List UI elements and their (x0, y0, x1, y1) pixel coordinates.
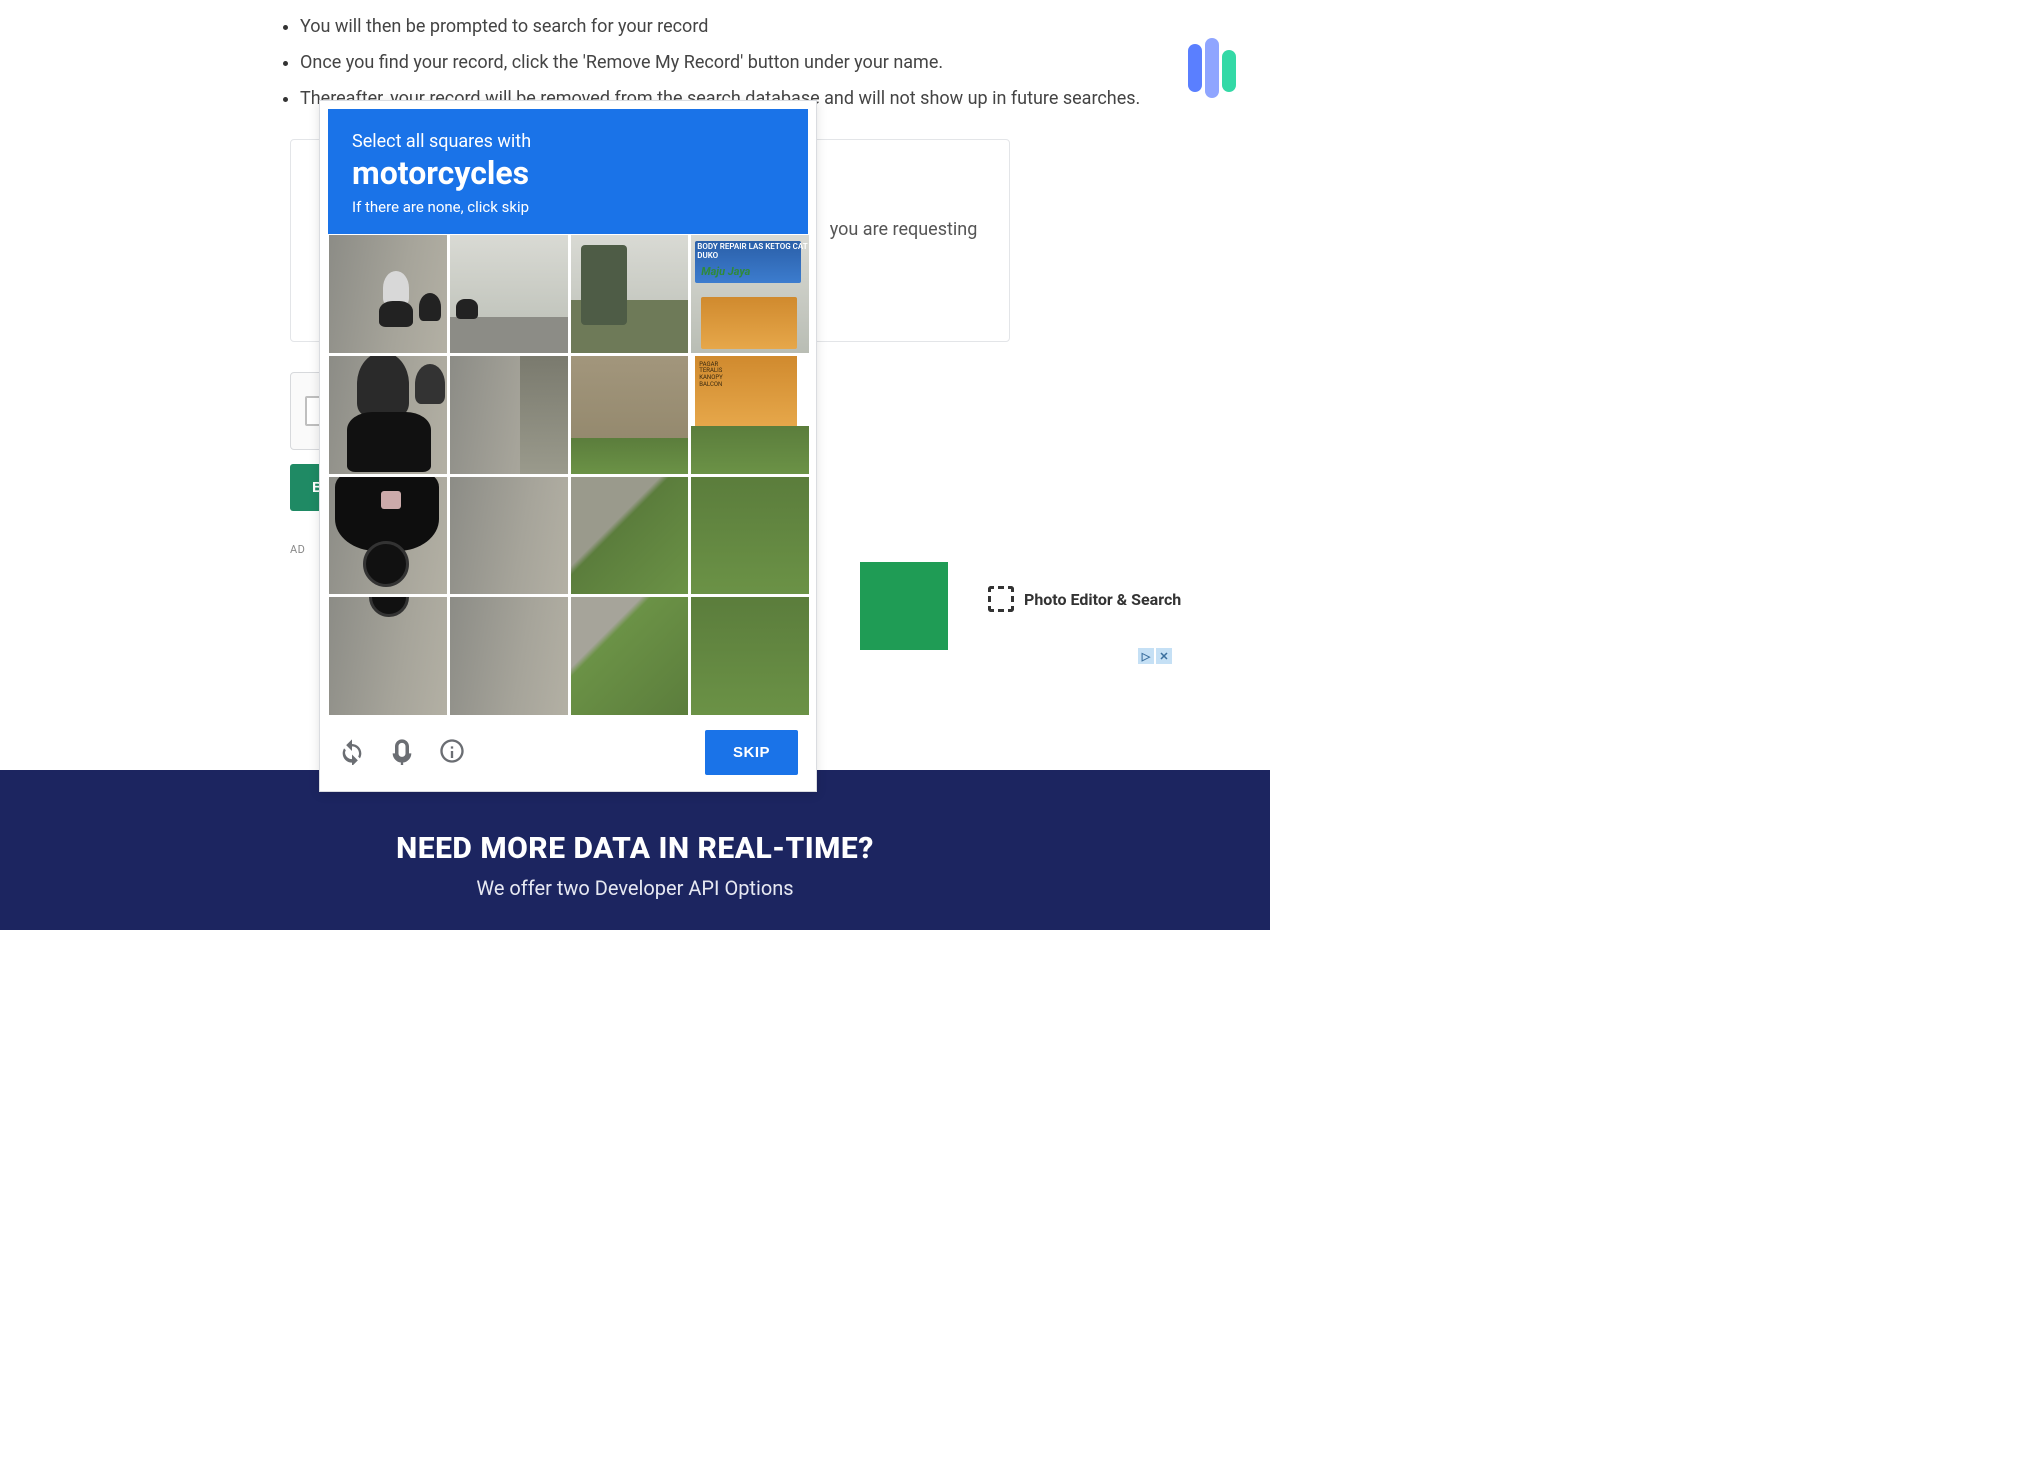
captcha-popup: Select all squares with motorcycles If t… (319, 100, 817, 792)
brand-logo (1188, 38, 1236, 92)
captcha-tile[interactable] (570, 596, 690, 716)
sponsor-icon (988, 586, 1014, 612)
instruction-item: You will then be prompted to search for … (300, 10, 1230, 44)
captcha-tile[interactable] (449, 355, 569, 475)
sign-text: BODY REPAIR LAS KETOG CAT DUKO (697, 243, 809, 261)
ad-green-block[interactable] (860, 562, 948, 650)
captcha-tile[interactable] (690, 596, 810, 716)
captcha-target: motorcycles (352, 154, 784, 192)
sponsor-label: Photo Editor & Search (1024, 590, 1181, 609)
captcha-tile[interactable] (449, 234, 569, 354)
adchoices-close-icon[interactable]: ✕ (1156, 648, 1172, 664)
info-icon[interactable] (438, 737, 466, 769)
captcha-tile[interactable] (449, 476, 569, 596)
captcha-tile[interactable] (449, 596, 569, 716)
captcha-tile[interactable] (570, 476, 690, 596)
instruction-item: Once you find your record, click the 'Re… (300, 46, 1230, 80)
captcha-tile[interactable] (328, 234, 448, 354)
captcha-tile[interactable] (328, 596, 448, 716)
captcha-tile[interactable] (690, 476, 810, 596)
captcha-tile[interactable] (328, 355, 448, 475)
skip-button[interactable]: SKIP (705, 730, 798, 775)
audio-icon[interactable] (388, 737, 416, 769)
reload-icon[interactable] (338, 737, 366, 769)
footer-heading: NEED MORE DATA IN REAL-TIME? (396, 831, 874, 866)
captcha-tile[interactable] (570, 355, 690, 475)
captcha-header: Select all squares with motorcycles If t… (328, 109, 808, 234)
sign-brand: Maju Jaya (701, 265, 750, 278)
captcha-tile[interactable]: BODY REPAIR LAS KETOG CAT DUKO Maju Jaya (690, 234, 810, 354)
captcha-tile[interactable] (570, 234, 690, 354)
footer-band: NEED MORE DATA IN REAL-TIME? We offer tw… (0, 770, 1270, 930)
adchoices-info-icon[interactable]: ▷ (1138, 648, 1154, 664)
ad-sponsor[interactable]: Photo Editor & Search (988, 586, 1181, 612)
footer-sub: We offer two Developer API Options (476, 876, 793, 900)
captcha-grid: BODY REPAIR LAS KETOG CAT DUKO Maju Jaya… (328, 234, 810, 716)
captcha-prompt-line1: Select all squares with (352, 131, 784, 152)
captcha-tile[interactable]: PAGARTERALISKANOPYBALCON (690, 355, 810, 475)
captcha-prompt-line3: If there are none, click skip (352, 198, 784, 216)
adchoices[interactable]: ▷ ✕ (1138, 648, 1172, 664)
captcha-footer: SKIP (328, 716, 808, 783)
captcha-tile[interactable] (328, 476, 448, 596)
